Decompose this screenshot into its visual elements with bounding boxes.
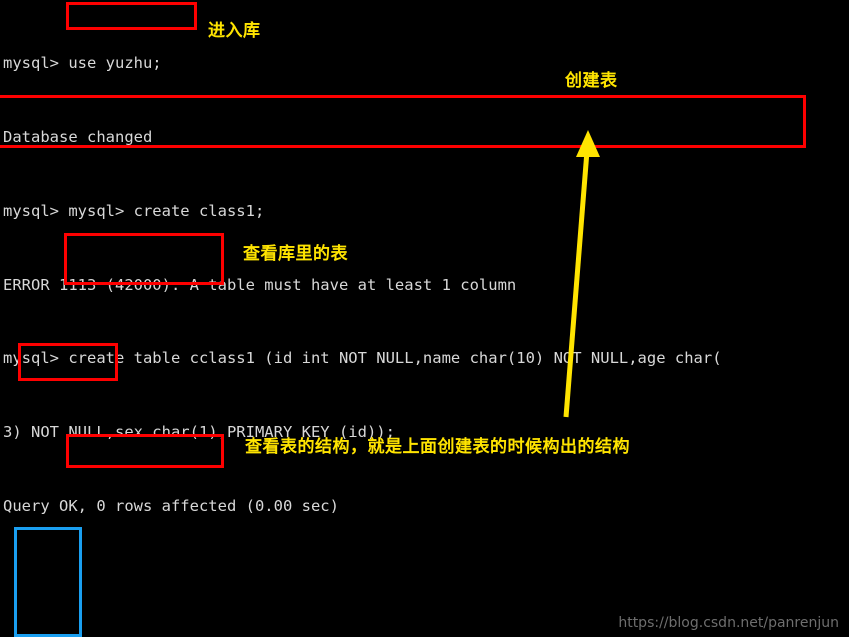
annotation-desc-table: 查看表的结构，就是上面创建表的时候构出的结构	[245, 437, 630, 457]
terminal-line: ERROR 1113 (42000): A table must have at…	[3, 275, 517, 294]
terminal-output: mysql> use yuzhu; Database changed mysql…	[0, 0, 849, 637]
terminal-screenshot: mysql> use yuzhu; Database changed mysql…	[0, 0, 849, 637]
terminal-line: Database changed	[3, 127, 153, 146]
terminal-line: Query OK, 0 rows affected (0.00 sec)	[3, 496, 339, 515]
terminal-line: mysql> use yuzhu;	[3, 54, 162, 73]
watermark-url: https://blog.csdn.net/panrenjun	[618, 615, 839, 631]
annotation-enter-database: 进入库	[208, 21, 261, 41]
annotation-create-table: 创建表	[565, 71, 618, 91]
terminal-line: mysql> create table cclass1 (id int NOT …	[3, 349, 722, 368]
terminal-line: mysql> mysql> create class1;	[3, 201, 265, 220]
annotation-show-tables: 查看库里的表	[243, 244, 348, 264]
